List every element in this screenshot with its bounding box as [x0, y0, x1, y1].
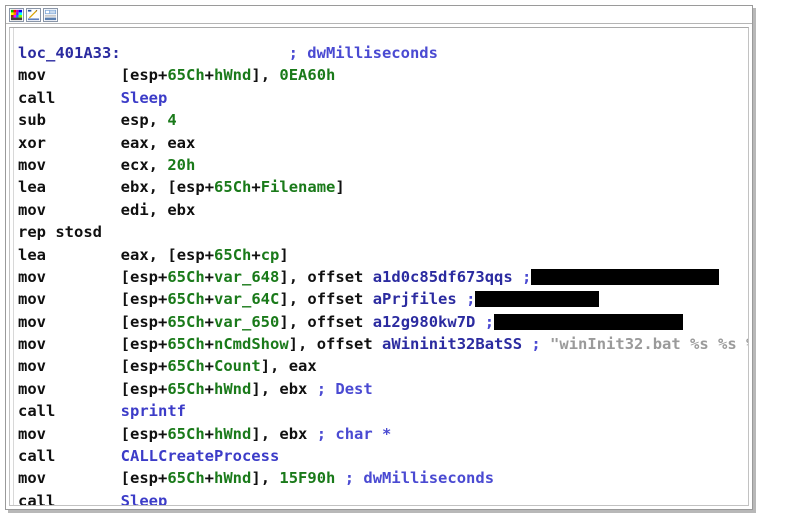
disassembly-instruction-line[interactable]: mov [esp+65Ch+hWnd], ebx ; Dest [18, 378, 748, 400]
disassembly-instruction-line[interactable]: call Sleep [18, 490, 748, 506]
line-comment: ; [466, 290, 476, 309]
instruction-mnemonic: rep stosd [18, 223, 102, 242]
line-comment: ; Dest [316, 379, 373, 398]
instruction-operands: [esp+65Ch+nCmdShow], offset aWininit32Ba… [120, 335, 523, 354]
instruction-operands: eax, eax [120, 133, 196, 152]
disassembly-instruction-line[interactable]: call CALLCreateProcess [18, 445, 748, 467]
screenshot-root: loc_401A33: ; dwMilliseconds mov [esp+65C… [0, 0, 800, 527]
instruction-mnemonic: lea [18, 245, 46, 264]
branch-target[interactable]: Sleep [121, 89, 168, 107]
disassembly-instruction-line[interactable]: mov [esp+65Ch+hWnd], ebx ; char * [18, 423, 748, 445]
disassembly-window: loc_401A33: ; dwMilliseconds mov [esp+65C… [5, 5, 753, 510]
instruction-mnemonic: call [18, 447, 56, 466]
instruction-operands: edi, ebx [120, 200, 196, 219]
branch-target[interactable]: sprintf [121, 402, 186, 420]
line-comment: ; [522, 267, 532, 286]
instruction-operands: eax, [esp+65Ch+cp] [120, 245, 289, 264]
toolbar [6, 6, 752, 24]
disassembly-code-pane[interactable]: loc_401A33: ; dwMilliseconds mov [esp+65C… [9, 27, 749, 506]
instruction-mnemonic: mov [18, 200, 46, 219]
line-comment: ; [531, 335, 551, 354]
disassembly-instruction-line[interactable]: mov [esp+65Ch+var_64C], offset aPrjfiles… [18, 288, 748, 310]
disassembly-instruction-line[interactable]: mov [esp+65Ch+nCmdShow], offset aWininit… [18, 333, 748, 355]
line-comment: ; [484, 312, 495, 331]
disassembly-label-line[interactable]: loc_401A33: ; dwMilliseconds [18, 42, 748, 64]
instruction-operands: [esp+65Ch+var_648], offset a1d0c85df673q… [120, 267, 513, 286]
redaction-bar [531, 268, 720, 285]
line-comment: ; char * [316, 424, 392, 443]
disassembly-instruction-line[interactable]: mov edi, ebx [18, 199, 748, 221]
disassembly-instruction-line[interactable]: lea eax, [esp+65Ch+cp] [18, 244, 748, 266]
instruction-mnemonic: mov [18, 335, 46, 354]
branch-target[interactable]: Sleep [121, 492, 168, 505]
instruction-mnemonic: mov [18, 312, 46, 331]
line-comment: ; dwMilliseconds [288, 44, 438, 62]
disassembly-instruction-line[interactable]: mov [esp+65Ch+Count], eax [18, 355, 748, 377]
instruction-mnemonic: call [18, 88, 56, 107]
instruction-operands: [esp+65Ch+hWnd], ebx [120, 424, 308, 443]
disassembly-instruction-line[interactable]: mov [esp+65Ch+var_650], offset a12g980kw… [18, 311, 748, 333]
instruction-mnemonic: call [18, 402, 56, 421]
disassembly-instruction-line[interactable]: sub esp, 4 [18, 109, 748, 131]
instruction-mnemonic: mov [18, 267, 46, 286]
instruction-mnemonic: lea [18, 178, 46, 197]
code-gutter-rule [13, 28, 14, 505]
instruction-mnemonic: mov [18, 469, 46, 488]
instruction-operands: [esp+65Ch+Count], eax [120, 357, 317, 376]
disassembly-instruction-line[interactable]: mov ecx, 20h [18, 154, 748, 176]
disassembly-instruction-line[interactable]: rep stosd [18, 221, 748, 243]
instruction-operands: esp, 4 [120, 111, 177, 130]
disassembly-instruction-line[interactable]: mov [esp+65Ch+var_648], offset a1d0c85df… [18, 266, 748, 288]
disassembly-line-list: loc_401A33: ; dwMilliseconds mov [esp+65C… [18, 42, 748, 506]
instruction-operands: [esp+65Ch+var_64C], offset aPrjfiles [120, 290, 457, 309]
disassembly-instruction-line[interactable]: mov [esp+65Ch+hWnd], 15F90h ; dwMillisec… [18, 467, 748, 489]
disassembly-instruction-line[interactable]: mov [esp+65Ch+hWnd], 0EA60h [18, 64, 748, 86]
disassembly-instruction-line[interactable]: lea ebx, [esp+65Ch+Filename] [18, 176, 748, 198]
redaction-bar [494, 313, 684, 330]
string-literal: "winInit32.bat %s %s %s %s" [550, 335, 748, 354]
line-comment: ; dwMilliseconds [344, 469, 495, 488]
disassembly-instruction-line[interactable]: call sprintf [18, 400, 748, 422]
instruction-operands: [esp+65Ch+hWnd], 15F90h [120, 469, 336, 488]
instruction-mnemonic: mov [18, 379, 46, 398]
instruction-mnemonic: mov [18, 424, 46, 443]
image-export-icon[interactable] [43, 7, 58, 22]
color-palette-icon[interactable] [9, 7, 24, 22]
redaction-bar [475, 291, 600, 308]
instruction-mnemonic: sub [18, 111, 46, 130]
pencil-edit-icon[interactable] [26, 7, 41, 22]
instruction-operands: ebx, [esp+65Ch+Filename] [120, 178, 345, 197]
instruction-operands: ecx, 20h [120, 155, 196, 174]
instruction-mnemonic: call [18, 491, 56, 506]
location-label[interactable]: loc_401A33: [18, 44, 121, 62]
disassembly-instruction-line[interactable]: call Sleep [18, 87, 748, 109]
instruction-mnemonic: mov [18, 155, 46, 174]
instruction-mnemonic: mov [18, 357, 46, 376]
instruction-mnemonic: xor [18, 133, 46, 152]
instruction-mnemonic: mov [18, 290, 46, 309]
instruction-operands: [esp+65Ch+hWnd], ebx [120, 379, 308, 398]
instruction-operands: [esp+65Ch+var_650], offset a12g980kw7D [120, 312, 476, 331]
branch-target[interactable]: CALLCreateProcess [121, 447, 280, 465]
instruction-mnemonic: mov [18, 66, 46, 85]
disassembly-instruction-line[interactable]: xor eax, eax [18, 132, 748, 154]
instruction-operands: [esp+65Ch+hWnd], 0EA60h [120, 66, 336, 85]
